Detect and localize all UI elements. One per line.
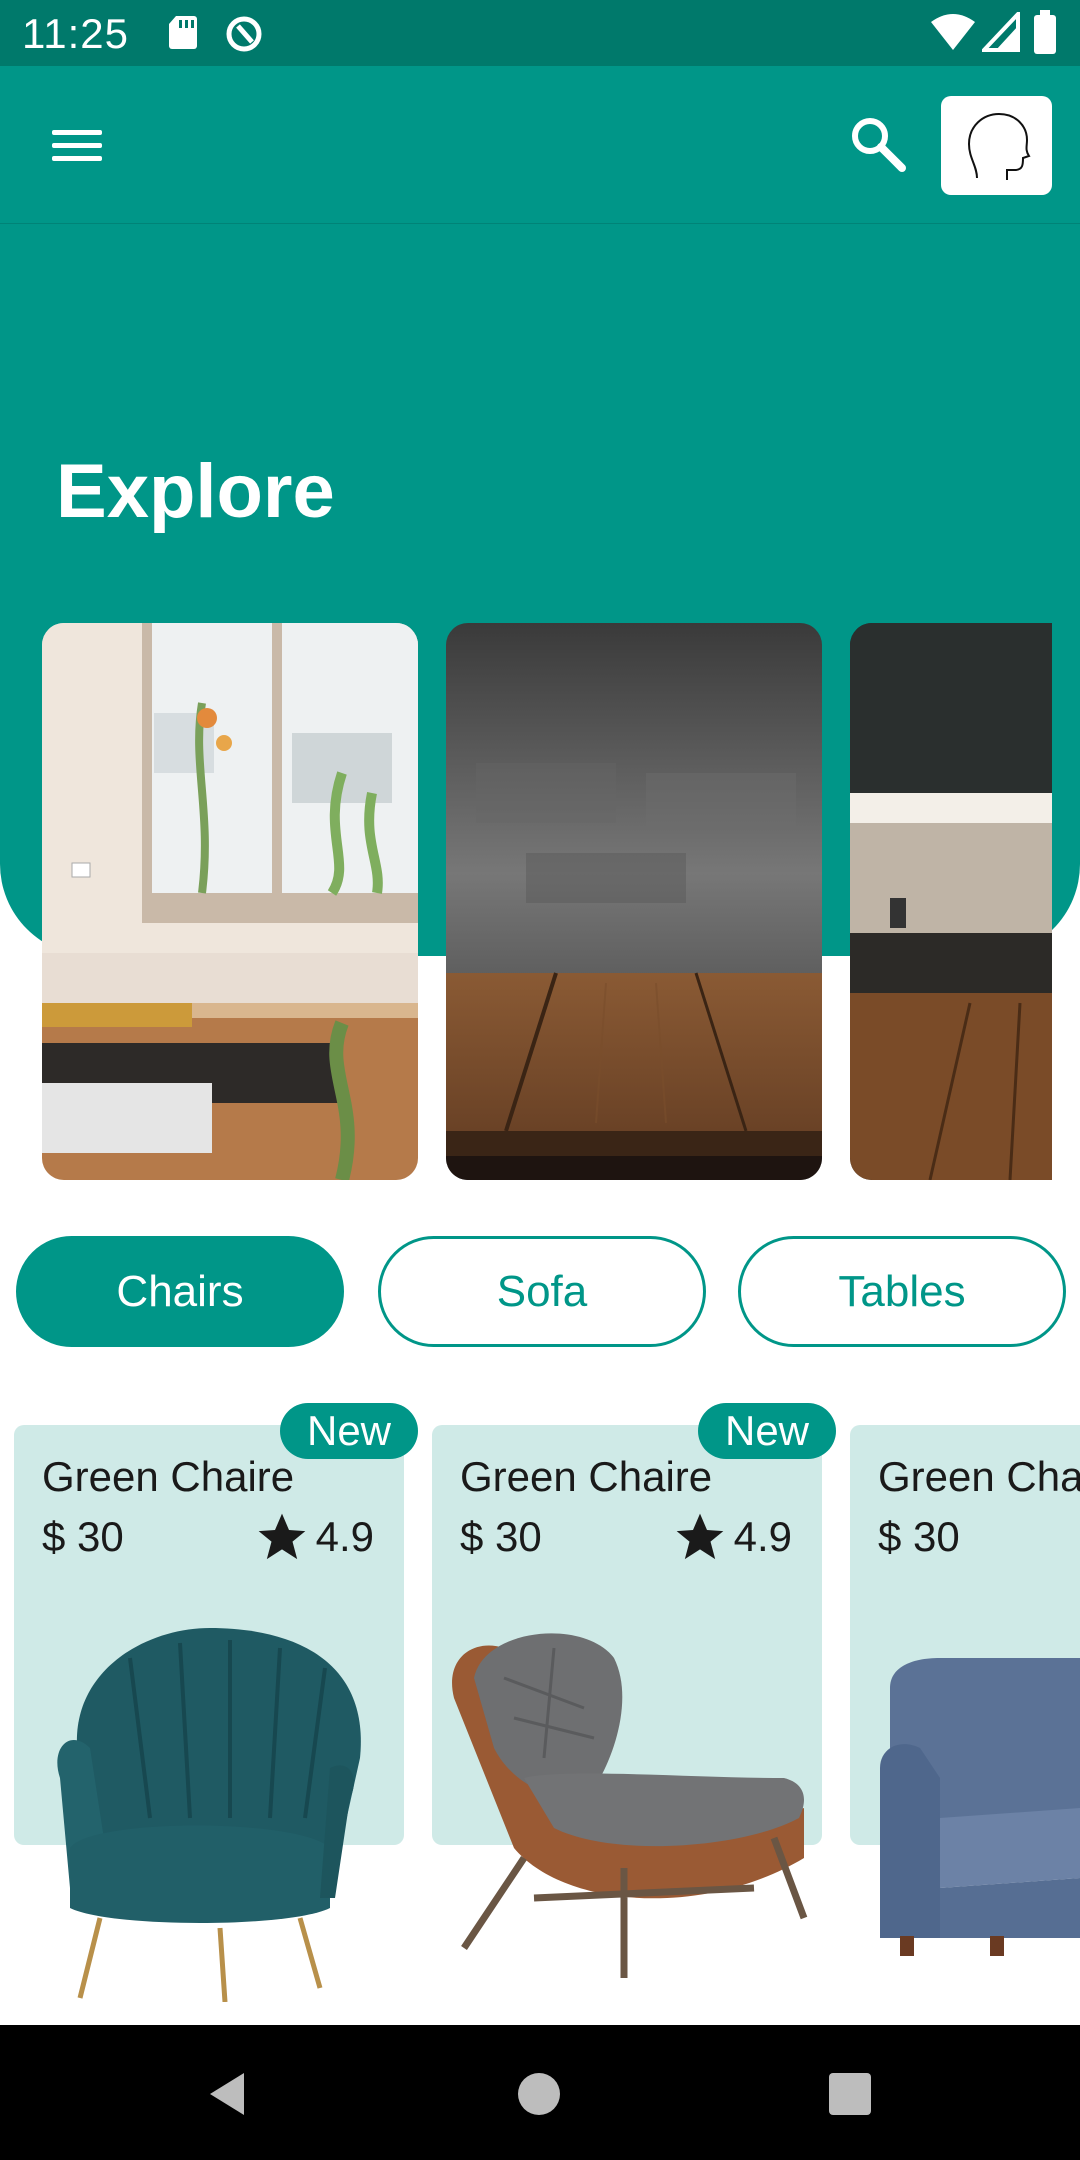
product-name: Green Chaire — [460, 1453, 713, 1500]
profile-avatar-button[interactable] — [941, 96, 1052, 195]
head-profile-icon — [967, 112, 1031, 180]
page-title: Explore — [56, 449, 335, 534]
product-rating: 4.9 — [672, 1509, 792, 1565]
star-icon — [258, 1513, 305, 1560]
product-price: $ 30 — [878, 1513, 960, 1560]
category-chip-tables[interactable]: Tables — [738, 1236, 1066, 1347]
sync-icon — [226, 16, 262, 52]
status-time: 11:25 — [22, 10, 129, 57]
product-price: $ 30 — [42, 1513, 124, 1560]
rating-value: 4.9 — [315, 1513, 374, 1560]
system-navigation-bar — [0, 2025, 1080, 2160]
workspace-window-image — [42, 623, 418, 1180]
wifi-icon — [931, 14, 975, 50]
battery-icon — [1034, 10, 1056, 54]
appbar-divider — [0, 223, 1080, 224]
wood-table-image — [446, 623, 822, 1180]
teal-velvet-chair-image — [57, 1628, 361, 2002]
menu-button[interactable] — [44, 120, 114, 170]
product-name: Green Chaire — [42, 1453, 295, 1500]
product-name: Green Chaire — [878, 1453, 1080, 1500]
product-price: $ 30 — [460, 1513, 542, 1560]
back-icon[interactable] — [196, 2059, 266, 2129]
star-icon — [676, 1513, 723, 1560]
new-badge: New — [698, 1403, 836, 1459]
search-icon[interactable] — [846, 112, 910, 176]
new-badge: New — [280, 1403, 418, 1459]
home-icon[interactable] — [504, 2059, 574, 2129]
hero-image-workspace[interactable] — [42, 623, 418, 1180]
hero-image-wood-table[interactable] — [446, 623, 822, 1180]
blue-armchair-image — [880, 1658, 1080, 1956]
menu-icon — [52, 130, 102, 135]
recents-icon[interactable] — [815, 2059, 885, 2129]
rating-value: 4.9 — [733, 1513, 792, 1560]
kitchen-counter-image — [850, 623, 1052, 1180]
signal-icon — [982, 12, 1020, 52]
hero-image-kitchen[interactable] — [850, 623, 1052, 1180]
grey-lounge-chair-image — [452, 1633, 808, 1978]
sd-card-icon — [169, 16, 197, 49]
product-rating: 4.9 — [254, 1509, 374, 1565]
status-bar: 11:25 — [0, 0, 1080, 66]
category-chip-sofa[interactable]: Sofa — [378, 1236, 706, 1347]
category-chip-chairs[interactable]: Chairs — [16, 1236, 344, 1347]
